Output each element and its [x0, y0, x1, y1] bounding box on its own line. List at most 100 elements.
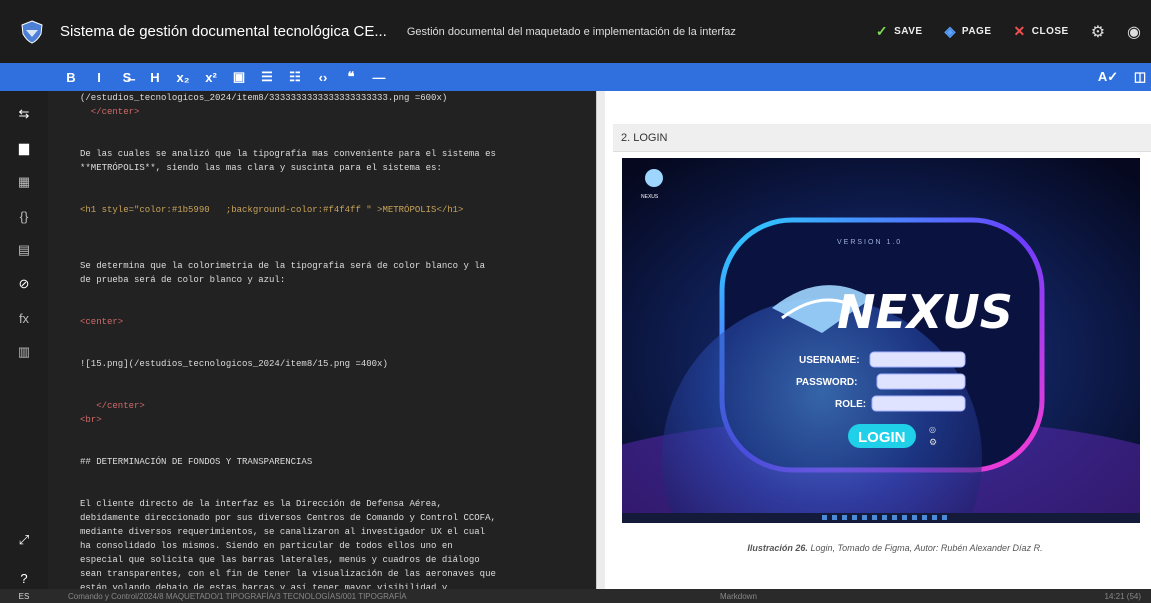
editor-line[interactable]: De las cuales se analizó que la tipograf… [48, 147, 596, 161]
image-icon[interactable]: ▆ [10, 137, 38, 159]
editor-line[interactable] [48, 427, 596, 441]
editor-line[interactable]: El cliente directo de la interfaz es la … [48, 497, 596, 511]
calendar-icon[interactable]: ▥ [10, 341, 38, 363]
grid-icon[interactable]: ▤ [10, 239, 38, 261]
tag-icon: ◈ [944, 23, 956, 39]
editor-line[interactable] [48, 231, 596, 245]
editor-line[interactable] [48, 441, 596, 455]
editor-line[interactable] [48, 343, 596, 357]
editor-line[interactable]: ha consolidado los mismos. Siendo en par… [48, 539, 596, 553]
line-text: ha consolidado los mismos. Siendo en par… [80, 541, 453, 551]
editor-line[interactable]: de prueba será de color blanco y azul: [48, 273, 596, 287]
line-number [48, 357, 68, 371]
line-number [48, 469, 68, 483]
help-icon[interactable]: ? [10, 567, 38, 589]
no-sign-icon[interactable]: ⊘ [10, 273, 38, 295]
editor-line[interactable]: especial que solicita que las barras lat… [48, 553, 596, 567]
line-text [68, 301, 80, 315]
editor-line[interactable]: </center> [48, 399, 596, 413]
toggle-preview-button[interactable]: ◫ [1129, 66, 1151, 88]
editor-line[interactable] [48, 483, 596, 497]
editor-line[interactable] [48, 119, 596, 133]
function-icon[interactable]: fx [10, 307, 38, 329]
box-button[interactable]: ▣ [228, 66, 250, 88]
expand-icon[interactable]: ⤢ [10, 529, 38, 551]
status-mode: Markdown [720, 591, 757, 601]
horizontal-rule-button[interactable]: — [368, 66, 390, 88]
editor-line[interactable] [48, 217, 596, 231]
editor-line[interactable]: **METRÓPOLIS**, siendo las mas clara y s… [48, 161, 596, 175]
editor-line[interactable] [48, 329, 596, 343]
section-heading: 2. LOGIN [613, 124, 1151, 152]
editor-line[interactable]: ![15.png](/estudios_tecnologicos_2024/it… [48, 357, 596, 371]
editor-line[interactable] [48, 385, 596, 399]
code-button[interactable]: ‹› [312, 66, 334, 88]
editor-line[interactable] [48, 175, 596, 189]
line-number [48, 399, 68, 413]
role-input[interactable] [871, 395, 966, 412]
line-number [48, 217, 68, 231]
line-number [48, 329, 68, 343]
eye-icon: ◎ [929, 425, 936, 434]
account-icon[interactable]: ◉ [1127, 22, 1141, 42]
quote-button[interactable]: ❝ [340, 66, 362, 88]
editor-line[interactable] [48, 469, 596, 483]
line-number [48, 147, 68, 161]
heading-button[interactable]: H [144, 66, 166, 88]
app-window: Sistema de gestión documental tecnológic… [0, 0, 1151, 603]
editor-line[interactable]: ## DETERMINACIÓN DE FONDOS Y TRANSPARENC… [48, 455, 596, 469]
editor-line[interactable]: están volando debajo de estas barras y a… [48, 581, 596, 589]
editor-line[interactable] [48, 245, 596, 259]
line-text: (/estudios_tecnologicos_2024/item8/33333… [80, 93, 448, 103]
editor-line[interactable]: Se determina que la colorimetria de la t… [48, 259, 596, 273]
editor-line[interactable]: <h1 style="color:#1b5990 ;background-col… [48, 203, 596, 217]
editor-line[interactable] [48, 301, 596, 315]
strikethrough-button[interactable]: S̶ [116, 66, 138, 88]
line-text [68, 329, 80, 343]
editor-line[interactable]: debidamente direccionado por sus diverso… [48, 511, 596, 525]
line-text: </center> [80, 107, 140, 117]
superscript-button[interactable]: x² [200, 66, 222, 88]
editor-line[interactable] [48, 189, 596, 203]
editor-line[interactable]: mediante diversos requerimientos, se can… [48, 525, 596, 539]
italic-button[interactable]: I [88, 66, 110, 88]
line-text: Se determina que la colorimetria de la t… [80, 261, 486, 271]
editor-line[interactable] [48, 371, 596, 385]
subscript-button[interactable]: x₂ [172, 66, 194, 88]
editor-line[interactable]: </center> [48, 105, 596, 119]
password-input[interactable] [876, 373, 966, 390]
editor-line[interactable] [48, 133, 596, 147]
editor-line[interactable]: <br> [48, 413, 596, 427]
pane-splitter[interactable] [596, 91, 605, 589]
line-text: debidamente direccionado por sus diverso… [80, 513, 496, 523]
page-button[interactable]: ◈ PAGE [945, 23, 992, 40]
document-title[interactable]: Gestión documental del maquetado e imple… [407, 26, 767, 38]
link-icon[interactable]: ⇆ [10, 103, 38, 125]
spellcheck-button[interactable]: A✓ [1097, 66, 1119, 88]
line-text: **METRÓPOLIS**, siendo las mas clara y s… [80, 163, 442, 173]
line-text [68, 343, 80, 357]
username-input[interactable] [869, 351, 966, 368]
save-button[interactable]: ✓ SAVE [876, 23, 923, 40]
line-number [48, 301, 68, 315]
gear-icon[interactable]: ⚙ [1091, 22, 1105, 42]
editor-line[interactable] [48, 287, 596, 301]
markdown-editor[interactable]: (/estudios_tecnologicos_2024/item8/33333… [48, 91, 596, 589]
line-text [68, 133, 80, 147]
status-language[interactable]: ES [0, 592, 48, 601]
editor-line[interactable]: <center> [48, 315, 596, 329]
line-number [48, 497, 68, 511]
editor-line[interactable]: (/estudios_tecnologicos_2024/item8/33333… [48, 91, 596, 105]
title-bar: Sistema de gestión documental tecnológic… [0, 0, 1151, 63]
table-icon[interactable]: ▦ [10, 171, 38, 193]
close-button[interactable]: ✕ CLOSE [1014, 23, 1069, 40]
line-number [48, 231, 68, 245]
line-text [68, 175, 80, 189]
line-text [68, 217, 80, 231]
unordered-list-button[interactable]: ☰ [256, 66, 278, 88]
braces-icon[interactable]: {} [10, 205, 38, 227]
ordered-list-button[interactable]: ☷ [284, 66, 306, 88]
editor-line[interactable]: sean transparentes, con el fin de tener … [48, 567, 596, 581]
editor-sidebar: ⇆ ▆ ▦ {} ▤ ⊘ fx ▥ ⤢? [0, 91, 48, 589]
bold-button[interactable]: B [60, 66, 82, 88]
